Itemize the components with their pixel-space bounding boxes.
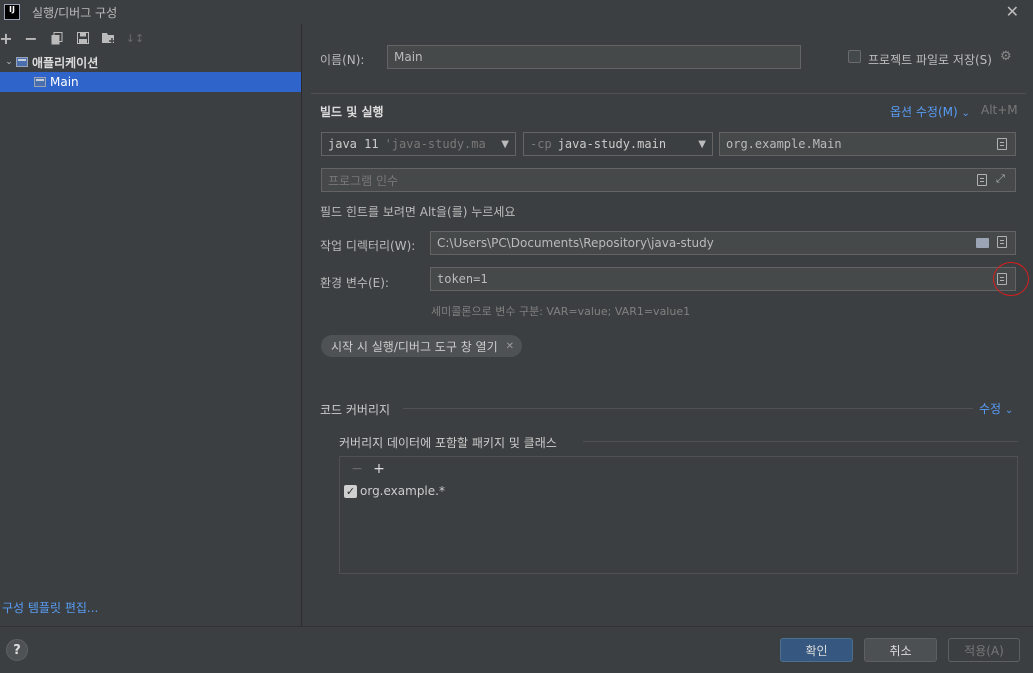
dropdown-arrow-icon: ▼ xyxy=(501,138,509,150)
sidebar-toolbar: + − ↓↕ xyxy=(0,24,301,52)
gear-icon[interactable]: ⚙ xyxy=(1000,49,1012,64)
help-button[interactable]: ? xyxy=(6,639,28,661)
dropdown-arrow-icon: ▼ xyxy=(698,138,706,150)
divider xyxy=(403,408,973,409)
code-coverage-title: 코드 커버리지 xyxy=(320,403,391,417)
working-directory-label: 작업 디렉터리(W): xyxy=(320,239,416,253)
remove-icon[interactable]: − xyxy=(18,27,44,49)
configurations-sidebar: + − ↓↕ ⌄ 애플리케이션 Main 구성 템플릿 편집... xyxy=(0,24,302,626)
macro-document-icon[interactable] xyxy=(997,236,1007,248)
application-group-icon xyxy=(16,57,28,67)
intellij-logo-icon: IJ xyxy=(4,4,20,20)
save-icon[interactable] xyxy=(70,27,96,49)
classpath-prefix: -cp xyxy=(530,137,552,151)
classpath-module-select[interactable]: -cp java-study.main ▼ xyxy=(523,132,713,156)
checkbox-checked-icon[interactable]: ✓ xyxy=(344,484,357,498)
apply-button[interactable]: 적용(A) xyxy=(948,638,1020,662)
cancel-button[interactable]: 취소 xyxy=(864,638,937,662)
program-arguments-placeholder: 프로그램 인수 xyxy=(328,173,399,188)
store-as-file-label: 프로젝트 파일로 저장(S) xyxy=(868,53,992,67)
application-config-icon xyxy=(34,77,46,87)
add-icon[interactable]: + xyxy=(0,27,13,49)
jre-select[interactable]: java 11 'java-study.main' ▼ xyxy=(321,132,516,156)
sort-icon[interactable]: ↓↕ xyxy=(122,27,148,49)
dialog-footer: ? 확인 취소 적용(A) xyxy=(0,626,1033,673)
divider xyxy=(311,93,1026,94)
modify-options-label: 옵션 수정(M) xyxy=(890,105,958,119)
browse-document-icon[interactable] xyxy=(997,138,1007,150)
chevron-down-icon: ⌄ xyxy=(961,108,970,119)
modify-options-shortcut: Alt+M xyxy=(981,103,1018,117)
tree-group-application[interactable]: ⌄ 애플리케이션 xyxy=(0,52,301,72)
package-pattern: org.example.* xyxy=(360,484,445,498)
tree-item-label: Main xyxy=(50,75,79,89)
tree-item-main[interactable]: Main xyxy=(0,72,301,92)
coverage-packages-toolbar: − + xyxy=(340,457,1017,481)
open-tool-window-option-chip[interactable]: 시작 시 실행/디버그 도구 창 열기 ✕ xyxy=(321,335,523,357)
chevron-down-icon[interactable]: ⌄ xyxy=(2,57,16,67)
coverage-packages-list: − + ✓ org.example.* xyxy=(339,456,1018,574)
main-class-input[interactable]: org.example.Main xyxy=(719,132,1016,156)
tree-group-label: 애플리케이션 xyxy=(32,55,99,70)
build-run-title: 빌드 및 실행 xyxy=(320,105,384,119)
divider xyxy=(583,441,1018,442)
working-directory-input[interactable]: C:\Users\PC\Documents\Repository\java-st… xyxy=(430,231,1016,255)
open-tool-window-label: 시작 시 실행/디버그 도구 창 열기 xyxy=(331,339,498,354)
new-folder-icon[interactable] xyxy=(96,27,122,49)
ok-button[interactable]: 확인 xyxy=(780,638,853,662)
chevron-down-icon: ⌄ xyxy=(1004,405,1014,416)
name-label: 이름(N): xyxy=(320,53,365,67)
coverage-modify-label: 수정 xyxy=(979,402,1002,416)
classpath-module-value: java-study.main xyxy=(557,137,667,151)
name-input[interactable]: Main xyxy=(387,45,801,69)
expand-icon[interactable]: ⤢ xyxy=(996,172,1005,186)
edit-templates-link[interactable]: 구성 템플릿 편집... xyxy=(2,599,98,616)
add-package-icon[interactable]: + xyxy=(368,461,390,477)
field-hint-text: 필드 힌트를 보려면 Alt을(를) 누르세요 xyxy=(320,205,516,219)
coverage-modify-link[interactable]: 수정 ⌄ xyxy=(979,400,1013,417)
configuration-form: 이름(N): Main 프로젝트 파일로 저장(S) ⚙ 빌드 및 실행 옵션 … xyxy=(303,24,1033,626)
store-as-file-checkbox[interactable] xyxy=(848,50,861,63)
list-item[interactable]: ✓ org.example.* xyxy=(340,481,1017,501)
remove-package-icon[interactable]: − xyxy=(346,461,368,477)
document-icon[interactable] xyxy=(977,174,987,186)
window-title: 실행/디버그 구성 xyxy=(32,5,118,20)
environment-variables-input[interactable]: token=1 xyxy=(430,267,1016,291)
jre-value: java 11 xyxy=(328,137,379,151)
copy-icon[interactable] xyxy=(44,27,70,49)
jre-module-hint: 'java-study.main' xyxy=(384,137,485,151)
environment-variables-label: 환경 변수(E): xyxy=(320,276,389,290)
program-arguments-input[interactable]: 프로그램 인수 xyxy=(321,168,1016,192)
folder-icon[interactable] xyxy=(976,238,989,248)
modify-options-link[interactable]: 옵션 수정(M) ⌄ xyxy=(890,103,970,120)
coverage-include-label: 커버리지 데이터에 포함할 패키지 및 클래스 xyxy=(339,436,557,450)
annotation-circle xyxy=(993,262,1029,296)
remove-option-icon[interactable]: ✕ xyxy=(506,341,514,352)
environment-variables-hint: 세미콜론으로 변수 구분: VAR=value; VAR1=value1 xyxy=(431,305,691,318)
title-bar: IJ 실행/디버그 구성 ✕ xyxy=(0,0,1033,24)
close-icon[interactable]: ✕ xyxy=(1006,2,1019,21)
